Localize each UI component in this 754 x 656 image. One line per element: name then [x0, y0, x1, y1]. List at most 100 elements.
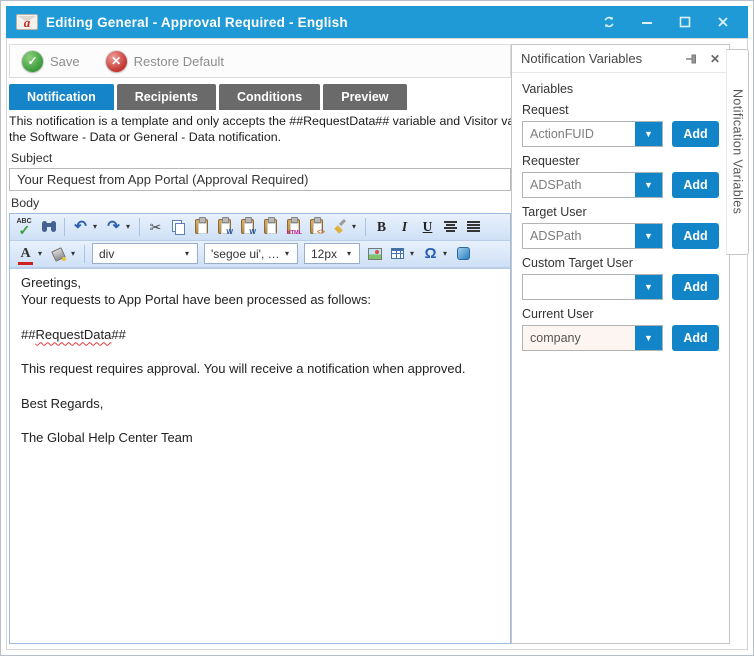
cut-icon[interactable]: ✂: [145, 216, 166, 238]
special-character-icon[interactable]: Ω: [420, 243, 441, 265]
variable-row-request: ▼ Add: [522, 121, 719, 147]
format-painter-dropdown-icon[interactable]: ▾: [352, 222, 360, 231]
paste-from-word-icon[interactable]: W: [214, 216, 235, 238]
action-toolbar: ✓ Save ✕ Restore Default: [9, 44, 511, 78]
undo-dropdown-icon[interactable]: ▾: [93, 222, 101, 231]
special-character-dropdown-icon[interactable]: ▾: [443, 249, 451, 258]
title-bar: a Editing General - Approval Required - …: [6, 6, 748, 38]
current-user-dropdown-arrow-icon[interactable]: ▼: [635, 326, 662, 350]
paste-plain-text-icon[interactable]: [260, 216, 281, 238]
paste-html-icon[interactable]: HTML: [283, 216, 304, 238]
requester-add-button[interactable]: Add: [672, 172, 719, 198]
notification-variables-panel: Notification Variables ✕ Variables Reque…: [511, 44, 730, 644]
redo-dropdown-icon[interactable]: ▾: [126, 222, 134, 231]
save-label: Save: [50, 54, 80, 69]
body-label: Body: [11, 196, 511, 210]
request-add-button[interactable]: Add: [672, 121, 719, 147]
separator: [64, 218, 65, 236]
redo-icon[interactable]: ↷: [103, 216, 124, 238]
paste-icon[interactable]: [191, 216, 212, 238]
current-user-add-button[interactable]: Add: [672, 325, 719, 351]
tab-strip: Notification Recipients Conditions Previ…: [9, 84, 511, 110]
editor-toolbar-row1: ABC✓↶▾↷▾✂WWHTML<>▾BIU: [10, 214, 510, 241]
editing-notification-window: a Editing General - Approval Required - …: [0, 0, 754, 656]
info-line-1: This notification is a template and only…: [9, 113, 511, 129]
tab-conditions[interactable]: Conditions: [219, 84, 320, 110]
spellcheck-icon[interactable]: ABC✓: [15, 216, 36, 238]
media-icon[interactable]: [453, 243, 474, 265]
notification-variables-side-tab[interactable]: Notification Variables: [726, 49, 749, 255]
editor-line: Best Regards,: [21, 395, 499, 412]
variable-row-current-user: ▼ Add: [522, 325, 719, 351]
background-color-dropdown-icon[interactable]: ▾: [71, 249, 79, 258]
pin-icon[interactable]: [685, 53, 698, 65]
editor-content[interactable]: Greetings,Your requests to App Portal ha…: [10, 268, 510, 643]
font-size-select[interactable]: 12px▾: [304, 243, 360, 264]
request-dropdown-arrow-icon[interactable]: ▼: [635, 122, 662, 146]
restore-default-button[interactable]: ✕ Restore Default: [106, 51, 224, 72]
tab-notification[interactable]: Notification: [9, 84, 114, 110]
editor-line: [21, 412, 499, 429]
tab-preview[interactable]: Preview: [323, 84, 406, 110]
variable-row-custom-target-user: ▼ Add: [522, 274, 719, 300]
current-user-variable-combobox[interactable]: ▼: [522, 325, 663, 351]
format-painter-icon[interactable]: [329, 216, 350, 238]
find-icon[interactable]: [38, 216, 59, 238]
panel-close-icon[interactable]: ✕: [710, 52, 720, 66]
request-variable-combobox[interactable]: ▼: [522, 121, 663, 147]
request-data-variable-token: RequestData: [35, 327, 111, 342]
variables-section-label: Variables: [522, 82, 719, 96]
custom-target-user-variable-input[interactable]: [523, 275, 635, 299]
bold-icon[interactable]: B: [371, 216, 392, 238]
paragraph-style-select[interactable]: div▾: [92, 243, 198, 264]
requester-dropdown-arrow-icon[interactable]: ▼: [635, 173, 662, 197]
custom-target-user-dropdown-arrow-icon[interactable]: ▼: [635, 275, 662, 299]
subject-input[interactable]: [9, 168, 511, 191]
font-color-icon[interactable]: A: [15, 243, 36, 265]
panel-title: Notification Variables: [521, 51, 642, 66]
separator: [84, 245, 85, 263]
refresh-icon[interactable]: [602, 15, 616, 29]
variable-group-label-target-user: Target User: [522, 205, 719, 219]
target-user-variable-combobox[interactable]: ▼: [522, 223, 663, 249]
editor-line: [21, 343, 499, 360]
current-user-variable-input[interactable]: [523, 326, 635, 350]
target-user-add-button[interactable]: Add: [672, 223, 719, 249]
panel-body: Variables Request ▼ Add Requester ▼ Add: [512, 73, 729, 360]
justify-icon[interactable]: [463, 216, 484, 238]
custom-target-user-variable-combobox[interactable]: ▼: [522, 274, 663, 300]
subject-label: Subject: [11, 151, 511, 165]
save-button[interactable]: ✓ Save: [22, 51, 80, 72]
target-user-dropdown-arrow-icon[interactable]: ▼: [635, 224, 662, 248]
close-icon[interactable]: [716, 15, 730, 29]
variable-row-requester: ▼ Add: [522, 172, 719, 198]
align-center-icon[interactable]: [440, 216, 461, 238]
editor-line: [21, 377, 499, 394]
editor-line: Greetings,: [21, 274, 499, 291]
tab-recipients[interactable]: Recipients: [117, 84, 216, 110]
copy-icon[interactable]: [168, 216, 189, 238]
maximize-icon[interactable]: [678, 15, 692, 29]
custom-target-user-add-button[interactable]: Add: [672, 274, 719, 300]
requester-variable-combobox[interactable]: ▼: [522, 172, 663, 198]
editor-line: Your requests to App Portal have been pr…: [21, 291, 499, 308]
minimize-icon[interactable]: [640, 15, 654, 29]
font-name-select[interactable]: 'segoe ui', ta...▾: [204, 243, 298, 264]
restore-cross-icon: ✕: [106, 51, 127, 72]
italic-icon[interactable]: I: [394, 216, 415, 238]
underline-icon[interactable]: U: [417, 216, 438, 238]
font-color-dropdown-icon[interactable]: ▾: [38, 249, 46, 258]
editor-line: This request requires approval. You will…: [21, 360, 499, 377]
app-icon: a: [16, 14, 38, 30]
insert-table-icon[interactable]: [387, 243, 408, 265]
undo-icon[interactable]: ↶: [70, 216, 91, 238]
paste-markup-icon[interactable]: <>: [306, 216, 327, 238]
paste-from-word-nostyle-icon[interactable]: W: [237, 216, 258, 238]
request-variable-input[interactable]: [523, 122, 635, 146]
target-user-variable-input[interactable]: [523, 224, 635, 248]
requester-variable-input[interactable]: [523, 173, 635, 197]
insert-table-dropdown-icon[interactable]: ▾: [410, 249, 418, 258]
image-manager-icon[interactable]: [364, 243, 385, 265]
background-color-icon[interactable]: [48, 243, 69, 265]
editor-toolbar-row2: A▾▾div▾'segoe ui', ta...▾12px▾▾Ω▾: [10, 241, 510, 268]
